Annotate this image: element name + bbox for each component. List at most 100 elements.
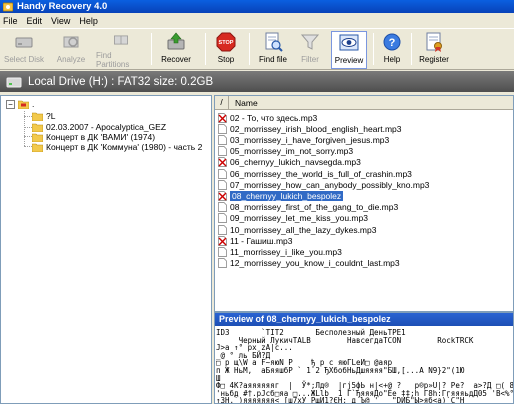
folder-tree[interactable]: − . ?L 02.03.2007 - Apocalyptica_GEZ Кон…	[0, 95, 212, 404]
find-partitions-label: Find Partitions	[96, 51, 130, 69]
name-column-header[interactable]: Name	[229, 98, 258, 108]
eye-icon	[339, 34, 359, 51]
file-row[interactable]: 10_morrissey_all_the_lazy_dykes.mp3	[215, 224, 513, 235]
list-header: / Name	[215, 96, 513, 110]
tree-collapse-toggle[interactable]: −	[6, 100, 15, 109]
file-row[interactable]: 11 - Гашиш.mp3	[215, 235, 513, 246]
drive-label: Local Drive (H:) : FAT32 size: 0.2GB	[28, 75, 214, 88]
tree-connector	[24, 136, 32, 137]
menu-help[interactable]: Help	[79, 16, 98, 26]
find-file-label: Find file	[258, 55, 287, 64]
preview-button[interactable]: Preview	[331, 31, 367, 69]
toolbar-separator	[205, 33, 206, 65]
help-button[interactable]: ? Help	[379, 31, 405, 69]
window-title: Handy Recovery 4.0	[17, 1, 108, 12]
filter-button[interactable]: Filter	[296, 31, 324, 69]
file-row[interactable]: 11_morrissey_i_like_you.mp3	[215, 246, 513, 257]
file-row[interactable]: 02_morrissey_irish_blood_english_heart.m…	[215, 123, 513, 134]
help-label: Help	[383, 55, 401, 64]
menu-edit[interactable]: Edit	[27, 16, 43, 26]
filter-icon	[300, 34, 320, 50]
file-name: 11_morrissey_i_like_you.mp3	[230, 246, 342, 257]
file-name: 11 - Гашиш.mp3	[230, 235, 293, 246]
filter-label: Filter	[301, 55, 319, 64]
tree-connector	[24, 127, 32, 128]
deleted-file-icon	[218, 112, 227, 123]
tree-connector	[24, 116, 32, 117]
file-list[interactable]: / Name 02 - То, что здесь.mp3 02_morrisse…	[214, 95, 514, 312]
tree-item-label: Концерт в ДК 'Коммуна' (1980) - часть 2	[46, 142, 203, 152]
hard-drive-icon	[6, 77, 22, 87]
recover-button[interactable]: Recover	[158, 31, 194, 69]
preview-label: Preview	[334, 56, 364, 65]
register-button[interactable]: Register	[417, 31, 451, 69]
preview-title: Preview of 08_chernyy_lukich_bespolez	[215, 313, 513, 326]
root-folder-icon	[18, 100, 29, 109]
folder-icon	[32, 143, 43, 152]
stop-button[interactable]: STOP Stop	[212, 31, 240, 69]
file-row[interactable]: 08_morrissey_first_of_the_gang_to_die.mp…	[215, 202, 513, 213]
file-row[interactable]: 03_morrissey_i_have_forgiven_jesus.mp3	[215, 134, 513, 145]
file-name: 05_morrissey_im_not_sorry.mp3	[230, 146, 354, 157]
file-name: 02 - То, что здесь.mp3	[230, 112, 318, 123]
recover-icon	[167, 32, 185, 50]
stop-label: Stop	[217, 55, 235, 64]
drive-info-bar: Local Drive (H:) : FAT32 size: 0.2GB	[0, 71, 514, 92]
disk-icon	[15, 37, 33, 48]
file-name: 08_chernyy_lukich_bespolez	[230, 190, 344, 201]
toolbar-separator	[373, 33, 374, 65]
analyze-button[interactable]: Analyze	[54, 31, 88, 69]
file-name: 06_morrissey_the_world_is_full_of_crashi…	[230, 168, 412, 179]
preview-text-line: ↑ЗН.`)яяяяяяя< [ш7хУ РщИ1?ЄН; д Ъ@ ' "DИ…	[216, 396, 465, 404]
toolbar-separator	[151, 33, 152, 65]
file-icon	[218, 179, 227, 190]
menu-view[interactable]: View	[51, 16, 70, 26]
file-row[interactable]: 05_morrissey_im_not_sorry.mp3	[215, 146, 513, 157]
file-icon	[218, 247, 227, 257]
analyze-label: Analyze	[56, 55, 86, 64]
menu-file[interactable]: File	[3, 16, 18, 26]
app-icon	[3, 2, 13, 11]
window-titlebar: Handy Recovery 4.0	[0, 0, 514, 13]
file-row[interactable]: 06_chernyy_lukich_navsegda.mp3	[215, 157, 513, 168]
file-icon	[218, 168, 227, 179]
toolbar-separator	[411, 33, 412, 65]
preview-text-line: п Ж НьМ, аБяяшбР ` 1`2 ЂХбобНьДшяяяя"БШ,…	[216, 366, 465, 375]
tree-root-label: .	[32, 99, 35, 109]
file-icon	[218, 258, 227, 268]
analyze-icon	[63, 36, 79, 48]
tree-root[interactable]: .	[18, 98, 34, 110]
file-row[interactable]: 09_morrissey_let_me_kiss_you.mp3	[215, 213, 513, 224]
tree-connector	[24, 146, 32, 147]
file-row[interactable]: 08_chernyy_lukich_bespolez	[215, 190, 513, 201]
file-name: 03_morrissey_i_have_forgiven_jesus.mp3	[230, 134, 390, 145]
menu-bar: File Edit View Help	[0, 14, 514, 27]
file-row[interactable]: 06_morrissey_the_world_is_full_of_crashi…	[215, 168, 513, 179]
file-icon	[218, 123, 227, 134]
partitions-icon	[114, 35, 128, 45]
file-icon	[218, 224, 227, 235]
help-icon: ?	[383, 33, 401, 51]
recover-label: Recover	[161, 55, 191, 64]
sort-column-header[interactable]: /	[215, 96, 229, 109]
select-disk-label: Select Disk	[4, 55, 45, 64]
file-icon	[218, 135, 227, 145]
tree-item[interactable]: Концерт в ДК 'Коммуна' (1980) - часть 2	[32, 141, 202, 153]
find-partitions-button[interactable]: Find Partitions	[96, 31, 146, 69]
deleted-file-icon	[218, 157, 227, 168]
svg-text:?: ?	[389, 37, 396, 49]
file-row[interactable]: 12_morrissey_you_know_i_couldnt_last.mp3	[215, 258, 513, 269]
find-file-button[interactable]: Find file	[256, 31, 290, 69]
file-name: 02_morrissey_irish_blood_english_heart.m…	[230, 123, 402, 134]
select-disk-button[interactable]: Select Disk	[4, 31, 44, 69]
file-icon	[218, 146, 227, 156]
tree-item-label: ?L	[46, 111, 56, 121]
deleted-file-icon	[218, 191, 227, 201]
file-name: 08_morrissey_first_of_the_gang_to_die.mp…	[230, 202, 399, 213]
file-row[interactable]: 07_morrissey_how_can_anybody_possibly_kn…	[215, 179, 513, 190]
folder-icon	[32, 112, 43, 121]
toolbar-separator	[249, 33, 250, 65]
register-icon	[426, 32, 442, 52]
file-icon	[218, 202, 227, 212]
file-row[interactable]: 02 - То, что здесь.mp3	[215, 112, 513, 123]
